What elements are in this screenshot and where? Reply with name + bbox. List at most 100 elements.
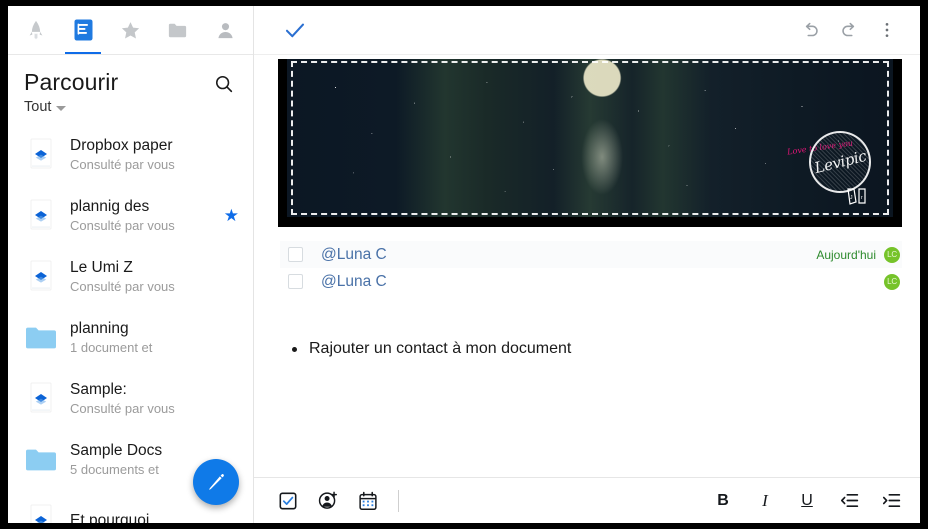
svg-text:r: r <box>861 195 863 201</box>
add-person-icon <box>318 491 337 509</box>
list-item-text: plannig des Consulté par vous <box>70 197 218 234</box>
editor-bottom-toolbar: B I U <box>254 477 920 523</box>
mention-row[interactable]: @Luna C Aujourd'hui LC <box>280 241 902 268</box>
tab-folders[interactable] <box>158 6 198 54</box>
sidebar-tabbar <box>8 6 253 55</box>
list-item[interactable]: Dropbox paper Consulté par vous <box>8 124 253 185</box>
pencil-icon <box>209 474 224 490</box>
list-item[interactable]: plannig des Consulté par vous ★ <box>8 185 253 246</box>
mention-checkbox[interactable] <box>288 247 303 262</box>
list-item-subtitle: 1 document et <box>70 340 153 355</box>
undo-icon <box>805 22 818 37</box>
indent-button[interactable] <box>870 481 912 521</box>
more-options-button[interactable] <box>868 11 906 49</box>
tab-starred[interactable] <box>110 6 150 54</box>
document-icon <box>74 19 93 41</box>
paper-doc-icon <box>30 260 52 290</box>
underline-button[interactable]: U <box>786 481 828 521</box>
document-pane: Love to love you Levipic J r <box>254 6 920 523</box>
redo-icon <box>842 22 855 37</box>
page-title: Parcourir <box>24 69 119 95</box>
star-icon <box>121 21 140 39</box>
list-item-subtitle: Consulté par vous <box>70 157 175 172</box>
sidebar: Parcourir Tout Dropbox paper Consulté par… <box>8 6 254 523</box>
photo-canvas: Love to love you Levipic J r <box>287 59 893 217</box>
add-person-button[interactable] <box>308 481 348 521</box>
mention-list: @Luna C Aujourd'hui LC @Luna C LC <box>280 241 902 295</box>
avatar[interactable]: LC <box>884 246 900 263</box>
document-toolbar <box>254 6 920 55</box>
person-icon <box>218 22 233 38</box>
night-moon-photo[interactable]: Love to love you Levipic J r <box>278 59 902 227</box>
calendar-icon <box>359 491 377 510</box>
paper-doc-icon <box>30 138 52 168</box>
paper-doc-icon <box>30 199 52 229</box>
tab-home[interactable] <box>16 6 56 54</box>
outdent-button[interactable] <box>828 481 870 521</box>
mention-name[interactable]: @Luna C <box>321 273 387 291</box>
device-frame: Parcourir Tout Dropbox paper Consulté par… <box>0 0 928 529</box>
redo-button[interactable] <box>830 11 868 49</box>
list-item-title: planning <box>70 320 129 337</box>
document-icon-wrap <box>24 197 58 235</box>
list-item-subtitle: Consulté par vous <box>70 279 175 294</box>
check-icon <box>285 23 305 38</box>
tab-documents[interactable] <box>63 6 103 54</box>
list-item[interactable]: Le Umi Z Consulté par vous <box>8 246 253 307</box>
folder-blue-icon <box>26 327 56 348</box>
document-icon-wrap <box>24 502 58 523</box>
paper-doc-icon <box>30 382 52 412</box>
bullet-item[interactable]: Rajouter un contact à mon document <box>280 338 902 360</box>
dogtags-icon: J r <box>847 188 866 205</box>
list-item-title: Sample: <box>70 381 127 398</box>
mention-date: Aujourd'hui <box>816 247 876 262</box>
tab-profile[interactable] <box>205 6 245 54</box>
filter-dropdown[interactable]: Tout <box>24 99 237 115</box>
list-item-text: planning 1 document et <box>70 319 239 356</box>
mention-checkbox[interactable] <box>288 274 303 289</box>
calendar-button[interactable] <box>348 481 388 521</box>
document-icon-wrap <box>24 258 58 296</box>
todo-checkbox-button[interactable] <box>268 481 308 521</box>
levipic-watermark: Love to love you Levipic J r <box>787 125 877 209</box>
filter-label: Tout <box>24 99 52 115</box>
italic-button[interactable]: I <box>744 481 786 521</box>
svg-text:J: J <box>850 195 853 201</box>
more-vertical-icon <box>885 23 889 37</box>
document-body[interactable]: Love to love you Levipic J r <box>254 55 920 477</box>
avatar[interactable]: LC <box>884 273 900 290</box>
starred-icon[interactable]: ★ <box>224 206 239 226</box>
new-document-fab[interactable] <box>193 459 239 505</box>
list-item-title: Sample Docs <box>70 442 163 459</box>
bullet-dot-icon <box>292 347 297 352</box>
list-item-title: Dropbox paper <box>70 137 173 154</box>
document-icon-wrap <box>24 136 58 174</box>
bullet-list: Rajouter un contact à mon document <box>280 338 902 360</box>
list-item-text: Le Umi Z Consulté par vous <box>70 258 239 295</box>
list-item[interactable]: Sample: Consulté par vous <box>8 368 253 429</box>
list-item-subtitle: Consulté par vous <box>70 401 175 416</box>
chevron-down-icon <box>56 105 67 111</box>
mention-name[interactable]: @Luna C <box>321 246 387 264</box>
toolbar-divider <box>398 489 399 512</box>
bullet-text: Rajouter un contact à mon document <box>309 340 572 357</box>
mention-row[interactable]: @Luna C LC <box>280 268 902 295</box>
list-item[interactable]: planning 1 document et <box>8 307 253 368</box>
search-button[interactable] <box>209 69 239 99</box>
bold-button[interactable]: B <box>702 481 744 521</box>
list-item-text: Dropbox paper Consulté par vous <box>70 136 239 173</box>
app-screen: Parcourir Tout Dropbox paper Consulté par… <box>8 6 920 523</box>
list-item-title: plannig des <box>70 198 150 215</box>
list-item-title: Le Umi Z <box>70 259 133 276</box>
paper-doc-icon <box>30 504 52 523</box>
done-button[interactable] <box>276 11 314 49</box>
list-item-subtitle: Consulté par vous <box>70 218 175 233</box>
search-icon <box>215 75 233 93</box>
outdent-icon <box>840 493 858 508</box>
undo-button[interactable] <box>792 11 830 49</box>
rocket-icon <box>29 20 43 40</box>
folder-icon-wrap <box>24 319 58 357</box>
folder-icon <box>169 23 187 37</box>
folder-icon-wrap <box>24 441 58 479</box>
list-item-text: Sample: Consulté par vous <box>70 380 239 417</box>
